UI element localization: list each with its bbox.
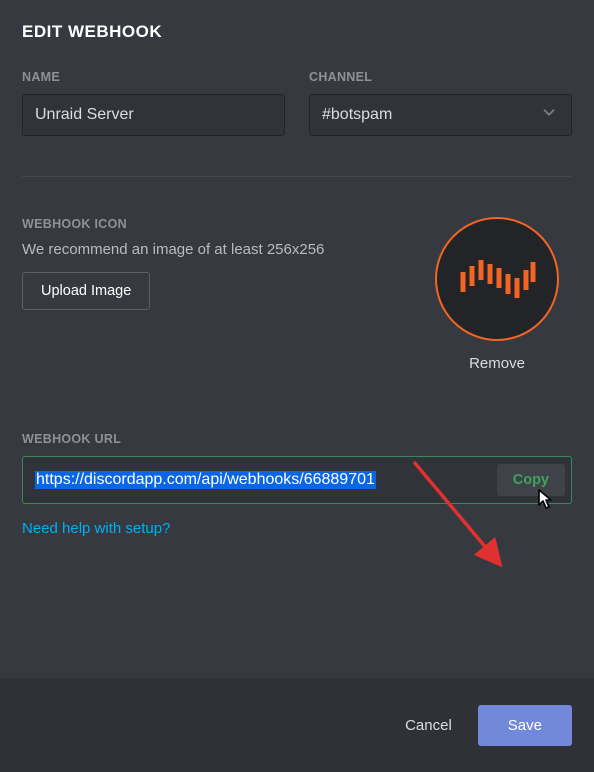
webhook-icon-label: WEBHOOK ICON: [22, 217, 402, 231]
help-link[interactable]: Need help with setup?: [22, 520, 170, 537]
webhook-avatar[interactable]: [435, 217, 559, 341]
divider: [22, 176, 572, 177]
name-label: NAME: [22, 70, 285, 84]
save-button[interactable]: Save: [478, 705, 572, 746]
copy-button[interactable]: Copy: [497, 464, 565, 496]
modal-title: EDIT WEBHOOK: [22, 22, 572, 42]
channel-select[interactable]: #botspam: [309, 94, 572, 136]
channel-label: CHANNEL: [309, 70, 572, 84]
unraid-icon: [457, 254, 537, 304]
upload-image-button[interactable]: Upload Image: [22, 272, 150, 310]
cancel-button[interactable]: Cancel: [405, 717, 452, 734]
webhook-url-value: https://discordapp.com/api/webhooks/6688…: [35, 471, 376, 489]
name-input[interactable]: [22, 94, 285, 136]
icon-recommend-text: We recommend an image of at least 256x25…: [22, 241, 402, 258]
channel-value: #botspam: [322, 106, 392, 124]
remove-icon-button[interactable]: Remove: [469, 355, 525, 372]
webhook-url-box: https://discordapp.com/api/webhooks/6688…: [22, 456, 572, 504]
modal-footer: Cancel Save: [0, 678, 594, 772]
webhook-url-label: WEBHOOK URL: [22, 432, 572, 446]
webhook-url-field[interactable]: https://discordapp.com/api/webhooks/6688…: [29, 463, 497, 497]
